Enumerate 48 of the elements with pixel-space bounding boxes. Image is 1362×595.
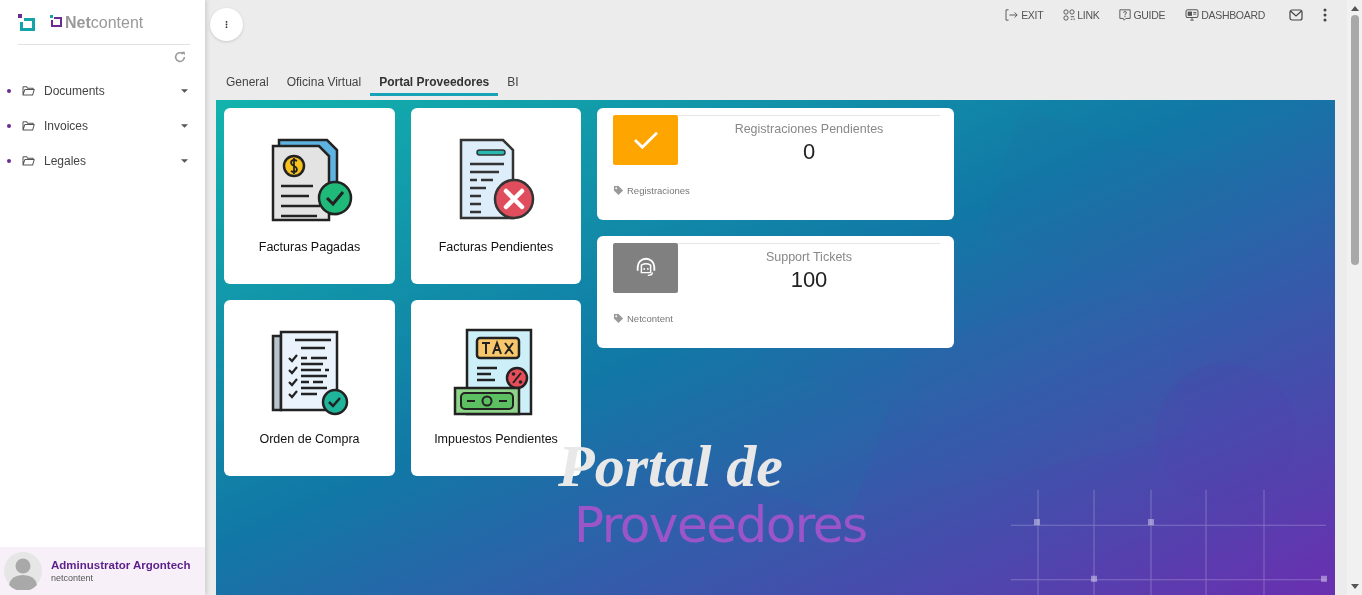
tag-icon	[613, 185, 624, 196]
toolbar-button[interactable]: EXIT	[1005, 9, 1044, 21]
caret-icon	[181, 123, 188, 128]
help-icon	[1119, 9, 1132, 21]
stat-title: Registraciones Pendientes	[734, 122, 884, 136]
stat-title: Support Tickets	[765, 250, 853, 264]
user-subtitle: netcontent	[51, 573, 95, 583]
toolbar-button[interactable]: GUIDE	[1119, 9, 1166, 21]
more-icon[interactable]	[1323, 8, 1327, 22]
tag-icon	[613, 313, 624, 324]
scrollbar[interactable]	[1347, 0, 1362, 595]
sidebar-item[interactable]: Legales	[0, 143, 205, 178]
shortcut-card[interactable]: Facturas Pendientes	[411, 108, 581, 284]
folder-icon	[22, 120, 35, 131]
banner-subheading: Proveedores	[574, 498, 867, 553]
shortcut-card[interactable]: Impuestos Pendientes	[411, 300, 581, 476]
logo-icon	[18, 14, 36, 32]
toolbar-button[interactable]: DASHBOARD	[1185, 9, 1265, 21]
tag-label: Netcontent	[627, 313, 673, 324]
logo-text: Netcontent	[65, 14, 144, 32]
folder-icon	[22, 85, 35, 96]
scroll-down-icon[interactable]	[1350, 584, 1359, 589]
folder-icon	[22, 155, 35, 166]
more-icon	[225, 20, 228, 29]
logo-icon	[50, 15, 62, 27]
toolbar-button[interactable]: LINK	[1063, 9, 1100, 21]
mail-icon[interactable]	[1289, 9, 1303, 21]
qr-code-icon	[1063, 9, 1076, 21]
tab[interactable]: BI	[498, 66, 528, 96]
scroll-up-icon[interactable]	[1350, 6, 1359, 11]
stat-value: 0	[802, 139, 816, 165]
shortcut-card[interactable]: Facturas Pagadas	[224, 108, 395, 284]
tab[interactable]: Portal Proveedores	[370, 66, 499, 96]
sidebar-item[interactable]: Documents	[0, 73, 205, 108]
stat-value: 100	[790, 267, 828, 293]
refresh-icon[interactable]	[173, 50, 187, 64]
tag-label: Registraciones	[627, 185, 690, 196]
monitor-icon	[1185, 9, 1200, 21]
sidebar-item[interactable]: Invoices	[0, 108, 205, 143]
caret-icon	[181, 88, 188, 93]
exit-icon	[1005, 9, 1020, 21]
user-name: Adminustrator Argontech	[51, 559, 191, 571]
avatar-icon	[4, 552, 42, 590]
shortcut-card[interactable]: Orden de Compra	[224, 300, 395, 476]
scrollbar-thumb[interactable]	[1350, 15, 1359, 265]
caret-icon	[181, 158, 188, 163]
tab[interactable]: General	[217, 66, 278, 96]
tab[interactable]: Oficina Virtual	[277, 66, 371, 96]
